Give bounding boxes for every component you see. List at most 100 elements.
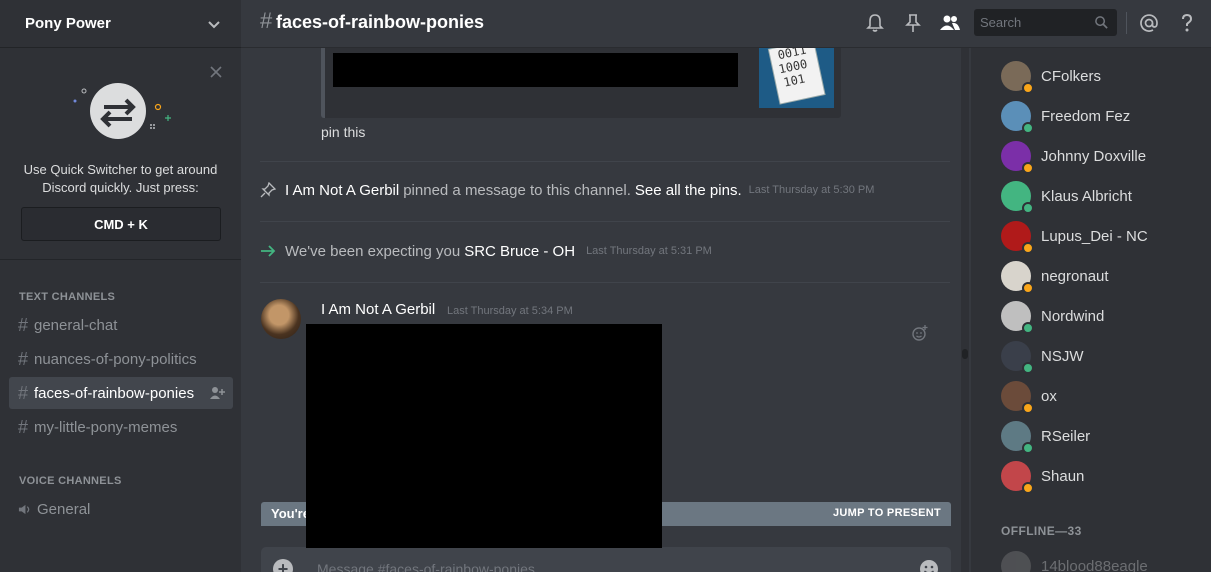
channel-label: my-little-pony-memes bbox=[34, 418, 178, 436]
help-icon[interactable] bbox=[1176, 12, 1198, 34]
chevron-down-icon[interactable] bbox=[205, 15, 223, 33]
status-idle-icon bbox=[1022, 82, 1034, 94]
channel-general-chat[interactable]: # general-chat bbox=[9, 309, 233, 341]
member-name: Lupus_Dei - NC bbox=[1041, 227, 1148, 245]
embed-thumbnail[interactable]: 0011 1000 101 bbox=[759, 48, 834, 108]
bell-icon[interactable] bbox=[864, 12, 886, 34]
member-list: CFolkers Freedom Fez Johnny Doxville Kla… bbox=[971, 48, 1211, 572]
message-text: pin this bbox=[321, 124, 366, 140]
pin-icon bbox=[260, 182, 276, 198]
avatar bbox=[1001, 181, 1034, 214]
status-idle-icon bbox=[1022, 162, 1034, 174]
binary-file-icon: 0011 1000 101 bbox=[767, 48, 826, 105]
pin-user[interactable]: I Am Not A Gerbil bbox=[285, 182, 399, 199]
status-online-icon bbox=[1022, 122, 1034, 134]
avatar bbox=[1001, 421, 1034, 454]
emoji-picker-icon[interactable] bbox=[919, 559, 939, 572]
member-item[interactable]: NSJW bbox=[1001, 336, 1084, 376]
arrow-right-icon bbox=[261, 245, 276, 257]
pin-system-message: I Am Not A Gerbil pinned a message to th… bbox=[260, 178, 960, 202]
hash-icon: # bbox=[18, 416, 29, 437]
quick-switcher-icon bbox=[73, 83, 171, 139]
member-name: RSeiler bbox=[1041, 427, 1091, 445]
members-icon[interactable] bbox=[939, 12, 961, 34]
header-divider bbox=[1126, 12, 1127, 34]
member-item[interactable]: Shaun bbox=[1001, 456, 1084, 496]
new-messages-text: You're bbox=[271, 506, 310, 521]
avatar[interactable] bbox=[261, 299, 301, 339]
status-online-icon bbox=[1022, 322, 1034, 334]
member-item[interactable]: RSeiler bbox=[1001, 416, 1090, 456]
message-timestamp: Last Thursday at 5:34 PM bbox=[447, 305, 573, 317]
search-input[interactable]: Search bbox=[974, 9, 1117, 36]
channel-sidebar: Pony Power Use Quick Switcher to get aro… bbox=[0, 0, 241, 572]
channel-title: faces-of-rainbow-ponies bbox=[276, 12, 485, 32]
member-item[interactable]: CFolkers bbox=[1001, 56, 1101, 96]
member-item[interactable]: Johnny Doxville bbox=[1001, 136, 1146, 176]
jump-to-present-button[interactable]: JUMP TO PRESENT bbox=[833, 507, 941, 519]
status-online-icon bbox=[1022, 362, 1034, 374]
hash-icon: # bbox=[260, 8, 273, 33]
channel-label: faces-of-rainbow-ponies bbox=[34, 384, 195, 402]
quick-switcher-description: Use Quick Switcher to get around Discord… bbox=[23, 162, 218, 195]
member-name: ox bbox=[1041, 387, 1057, 405]
hash-icon: # bbox=[18, 314, 29, 335]
member-item[interactable]: Nordwind bbox=[1001, 296, 1104, 336]
voice-channel-general[interactable]: General bbox=[9, 493, 233, 525]
avatar bbox=[1001, 141, 1034, 174]
member-name: NSJW bbox=[1041, 347, 1084, 365]
add-member-icon[interactable] bbox=[210, 386, 225, 400]
avatar bbox=[1001, 301, 1034, 334]
member-name: 14blood88eagle bbox=[1041, 557, 1148, 572]
message-scrollbar-track[interactable] bbox=[961, 48, 969, 572]
member-item-offline[interactable]: 14blood88eagle bbox=[1001, 546, 1148, 572]
pin-icon[interactable] bbox=[902, 12, 924, 34]
offline-section-header: OFFLINE—33 bbox=[1001, 524, 1082, 538]
join-system-message: We've been expecting you SRC Bruce - OH … bbox=[260, 239, 960, 263]
message-divider bbox=[260, 161, 950, 162]
message-author[interactable]: I Am Not A Gerbil bbox=[321, 301, 435, 318]
quick-switcher-shortcut[interactable]: CMD + K bbox=[21, 207, 221, 241]
member-item[interactable]: Lupus_Dei - NC bbox=[1001, 216, 1148, 256]
channel-faces-of-rainbow-ponies[interactable]: # faces-of-rainbow-ponies bbox=[9, 377, 233, 409]
pin-timestamp: Last Thursday at 5:30 PM bbox=[748, 184, 875, 196]
message-input[interactable]: + Message #faces-of-rainbow-ponies bbox=[261, 547, 951, 572]
avatar bbox=[1001, 381, 1034, 414]
join-user[interactable]: SRC Bruce - OH bbox=[464, 243, 575, 260]
message-divider bbox=[260, 221, 950, 222]
speaker-icon bbox=[18, 504, 30, 514]
status-online-icon bbox=[1022, 202, 1034, 214]
member-name: Johnny Doxville bbox=[1041, 147, 1147, 165]
avatar bbox=[1001, 221, 1034, 254]
avatar bbox=[1001, 101, 1034, 134]
search-icon bbox=[1095, 16, 1108, 29]
avatar bbox=[1001, 261, 1034, 294]
member-item[interactable]: Klaus Albricht bbox=[1001, 176, 1132, 216]
message-divider bbox=[260, 282, 950, 283]
member-item[interactable]: negronaut bbox=[1001, 256, 1109, 296]
message-placeholder: Message #faces-of-rainbow-ponies bbox=[317, 561, 535, 572]
guild-name: Pony Power bbox=[25, 15, 111, 32]
member-name: Shaun bbox=[1041, 467, 1085, 485]
voice-channels-category[interactable]: VOICE CHANNELS bbox=[19, 475, 122, 487]
member-name: negronaut bbox=[1041, 267, 1109, 285]
status-idle-icon bbox=[1022, 482, 1034, 494]
member-item[interactable]: Freedom Fez bbox=[1001, 96, 1130, 136]
close-icon[interactable] bbox=[210, 66, 222, 78]
upload-plus-icon[interactable]: + bbox=[273, 559, 293, 572]
message-scrollbar-thumb[interactable] bbox=[962, 349, 968, 359]
add-reaction-icon[interactable] bbox=[911, 324, 929, 342]
search-placeholder: Search bbox=[980, 15, 1022, 30]
channel-my-little-pony-memes[interactable]: # my-little-pony-memes bbox=[9, 411, 233, 443]
channel-nuances-of-pony-politics[interactable]: # nuances-of-pony-politics bbox=[9, 343, 233, 375]
message-embed: 0011 1000 101 bbox=[321, 48, 841, 118]
guild-header[interactable]: Pony Power bbox=[0, 0, 241, 48]
see-all-pins-link[interactable]: See all the pins. bbox=[635, 182, 742, 199]
member-item[interactable]: ox bbox=[1001, 376, 1057, 416]
avatar bbox=[1001, 461, 1034, 494]
text-channels-category[interactable]: TEXT CHANNELS bbox=[19, 291, 115, 303]
avatar bbox=[1001, 61, 1034, 94]
status-idle-icon bbox=[1022, 242, 1034, 254]
mention-icon[interactable] bbox=[1138, 12, 1160, 34]
status-idle-icon bbox=[1022, 282, 1034, 294]
